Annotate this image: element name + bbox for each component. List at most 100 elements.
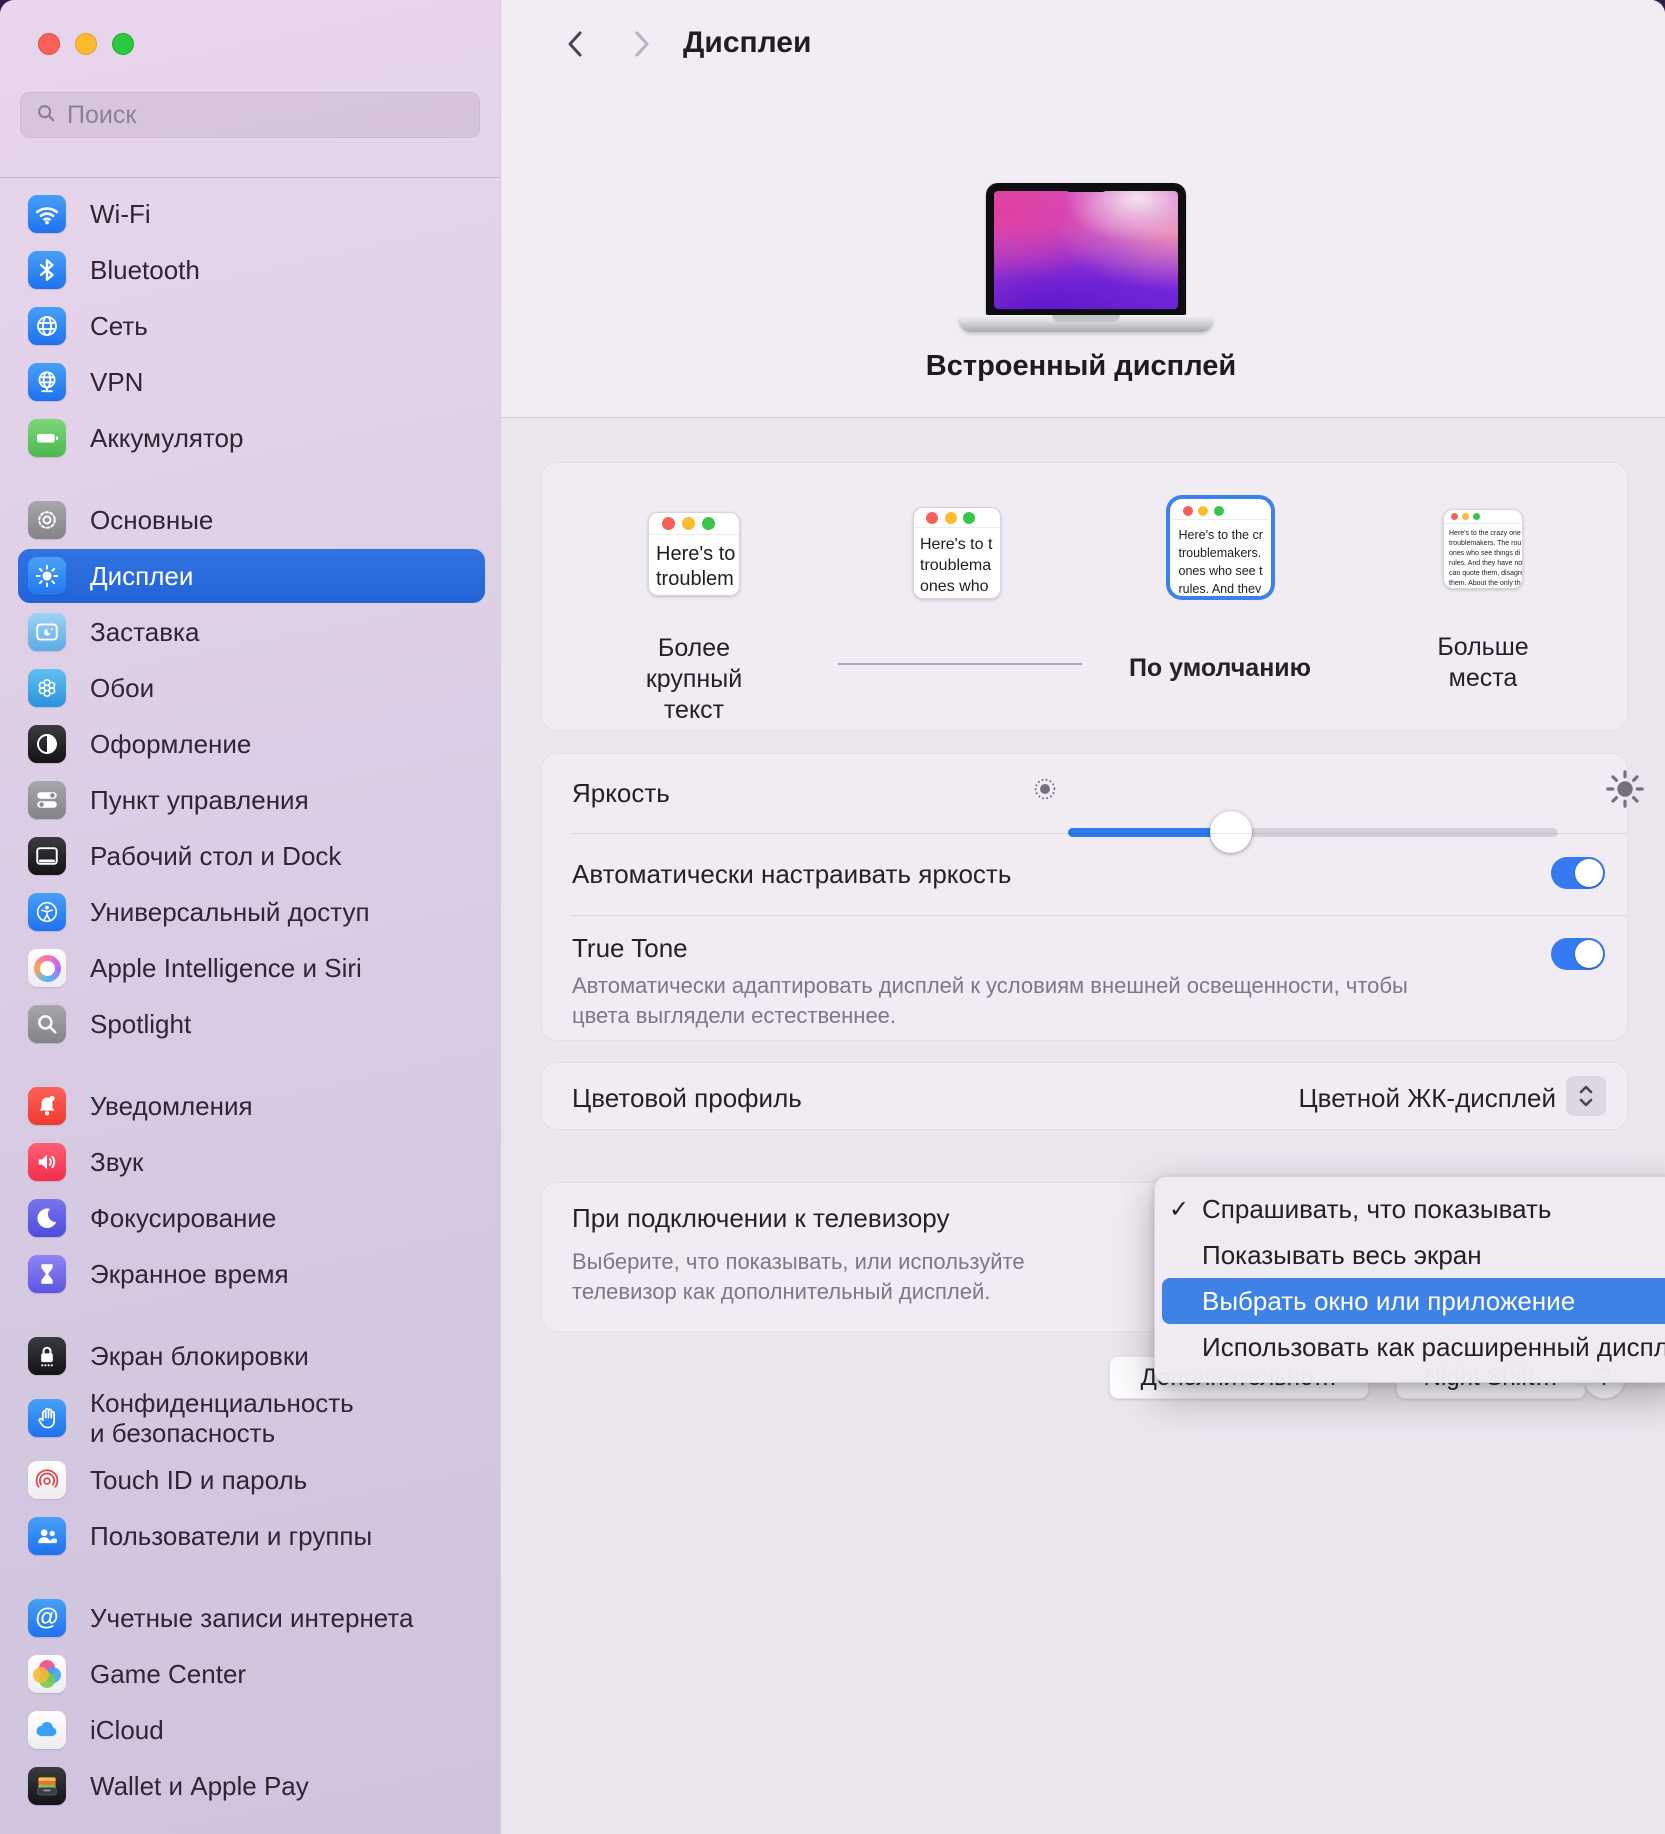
sidebar-item-lock[interactable]: Экран блокировки xyxy=(0,1328,500,1384)
thumb-preview-text: Here's to the crazy onetroublemakers. Th… xyxy=(1444,524,1522,589)
control-center-icon xyxy=(28,781,66,819)
main-panel: Дисплеи Встроенный дисплей Here's totrou… xyxy=(500,0,1665,1834)
thumb-preview-text: Here's to ttroublemaones who xyxy=(914,528,1000,597)
sidebar-item-label: Bluetooth xyxy=(90,255,200,285)
sidebar-item-globe[interactable]: Сеть xyxy=(0,298,500,354)
stepper-chevrons-icon[interactable] xyxy=(1566,1076,1606,1116)
laptop-groove xyxy=(1052,315,1120,322)
menu-item-1[interactable]: ✓Спрашивать, что показывать xyxy=(1155,1186,1665,1232)
sidebar-item-label: Touch ID и пароль xyxy=(90,1465,307,1495)
sidebar-item-desktop-dock[interactable]: Рабочий стол и Dock xyxy=(0,828,500,884)
sidebar-item-label: Wi-Fi xyxy=(90,199,151,229)
menu-item-2[interactable]: Показывать весь экран xyxy=(1155,1232,1665,1278)
sidebar-item-gear[interactable]: Основные xyxy=(0,492,500,548)
apple-intelligence-icon xyxy=(28,949,66,987)
sidebar-item-icloud[interactable]: iCloud xyxy=(0,1702,500,1758)
sidebar-item-users[interactable]: Пользователи и группы xyxy=(0,1508,500,1564)
auto-brightness-toggle[interactable] xyxy=(1551,857,1605,889)
accessibility-icon xyxy=(28,893,66,931)
brightness-dim-sun-icon xyxy=(1030,774,1060,809)
sidebar-item-bluetooth[interactable]: Bluetooth xyxy=(0,242,500,298)
page-title: Дисплеи xyxy=(683,26,811,60)
forward-chevron-icon[interactable] xyxy=(623,26,659,62)
color-profile-card: Цветовой профиль Цветной ЖК-дисплей xyxy=(541,1062,1628,1130)
scaling-option-1[interactable]: Here's totroublem xyxy=(648,512,740,596)
menu-item-label: Выбрать окно или приложение xyxy=(1202,1286,1575,1317)
zoom-window-button[interactable] xyxy=(112,33,134,55)
sidebar-item-label: Учетные записи интернета xyxy=(90,1603,413,1633)
close-window-button[interactable] xyxy=(38,33,60,55)
sidebar-item-wallpaper-flower[interactable]: Обои xyxy=(0,660,500,716)
sidebar-item-label: Обои xyxy=(90,673,154,703)
sidebar-group: Wi-Fi Bluetooth Сеть VPN Аккумулятор xyxy=(0,186,500,466)
back-chevron-icon[interactable] xyxy=(558,26,594,62)
scaling-option-3-selected[interactable]: Here's to the crtroublemakers.ones who s… xyxy=(1172,501,1269,594)
sidebar-item-label: Экран блокировки xyxy=(90,1341,309,1371)
sidebar: Поиск Wi-Fi Bluetooth Сеть VPN Аккумулятор Ос… xyxy=(0,0,500,1834)
sidebar-item-label: Основные xyxy=(90,505,213,535)
sidebar-item-hourglass[interactable]: Экранное время xyxy=(0,1246,500,1302)
sidebar-item-apple-intelligence[interactable]: Apple Intelligence и Siri xyxy=(0,940,500,996)
sidebar-item-label: VPN xyxy=(90,367,143,397)
globe-icon xyxy=(28,307,66,345)
auto-brightness-label: Автоматически настраивать яркость xyxy=(572,859,1011,890)
scaling-option-2[interactable]: Here's to ttroublemaones who xyxy=(913,507,1001,599)
sidebar-item-fingerprint[interactable]: Touch ID и пароль xyxy=(0,1452,500,1508)
sidebar-item-at[interactable]: @ Учетные записи интернета xyxy=(0,1590,500,1646)
sidebar-item-label: Apple Intelligence и Siri xyxy=(90,953,362,983)
sidebar-item-hand[interactable]: Конфиденциальностьи безопасность xyxy=(0,1384,500,1452)
brightness-sun-icon xyxy=(28,557,66,595)
brightness-card: Яркость xyxy=(541,753,1628,1041)
thumb-preview-text: Here's to the crtroublemakers.ones who s… xyxy=(1173,520,1268,594)
sidebar-item-moon[interactable]: Фокусирование xyxy=(0,1190,500,1246)
sidebar-item-game-center[interactable]: Game Center xyxy=(0,1646,500,1702)
sidebar-item-wifi[interactable]: Wi-Fi xyxy=(0,186,500,242)
battery-icon xyxy=(28,419,66,457)
tv-connection-label: При подключении к телевизору xyxy=(572,1203,949,1234)
wifi-icon xyxy=(28,195,66,233)
lock-icon xyxy=(28,1337,66,1375)
thumb-titlebar xyxy=(914,508,1000,528)
desktop-dock-icon xyxy=(28,837,66,875)
search-input[interactable]: Поиск xyxy=(20,92,480,138)
sidebar-item-label: Фокусирование xyxy=(90,1203,276,1233)
menu-item-label: Показывать весь экран xyxy=(1202,1240,1482,1271)
true-tone-label: True Tone xyxy=(572,933,688,964)
laptop-screen xyxy=(986,183,1186,315)
moon-icon xyxy=(28,1199,66,1237)
gear-icon xyxy=(28,501,66,539)
scaling-option-4[interactable]: Here's to the crazy onetroublemakers. Th… xyxy=(1443,509,1523,589)
sidebar-item-screensaver[interactable]: Заставка xyxy=(0,604,500,660)
laptop-wallpaper xyxy=(994,191,1178,309)
wallet-icon xyxy=(28,1767,66,1805)
sidebar-item-battery[interactable]: Аккумулятор xyxy=(0,410,500,466)
minimize-window-button[interactable] xyxy=(75,33,97,55)
scaling-option-label: Болеекрупныйтекст xyxy=(564,633,824,726)
sidebar-item-wallet[interactable]: Wallet и Apple Pay xyxy=(0,1758,500,1814)
hand-icon xyxy=(28,1399,66,1437)
sidebar-item-accessibility[interactable]: Универсальный доступ xyxy=(0,884,500,940)
game-center-icon xyxy=(28,1655,66,1693)
sidebar-item-appearance[interactable]: Оформление xyxy=(0,716,500,772)
sidebar-item-label: Универсальный доступ xyxy=(90,897,370,927)
scaling-option-separator-line xyxy=(838,663,1082,665)
bluetooth-icon xyxy=(28,251,66,289)
at-icon: @ xyxy=(28,1599,66,1637)
thumb-titlebar xyxy=(1444,510,1522,524)
menu-item-4[interactable]: Использовать как расширенный дисплей xyxy=(1155,1324,1665,1370)
sidebar-item-vpn-globe[interactable]: VPN xyxy=(0,354,500,410)
sidebar-item-control-center[interactable]: Пункт управления xyxy=(0,772,500,828)
speaker-icon xyxy=(28,1143,66,1181)
hourglass-icon xyxy=(28,1255,66,1293)
sidebar-group: УведомленияЗвук Фокусирование Экранное вре… xyxy=(0,1078,500,1302)
true-tone-toggle[interactable] xyxy=(1551,938,1605,970)
sidebar-groups: Wi-Fi Bluetooth Сеть VPN Аккумулятор Основные… xyxy=(0,186,500,1834)
screensaver-icon xyxy=(28,613,66,651)
sidebar-item-brightness-sun[interactable]: Дисплеи xyxy=(0,548,500,604)
search-icon xyxy=(35,102,57,129)
sidebar-item-magnifier[interactable]: Spotlight xyxy=(0,996,500,1052)
sidebar-item-speaker[interactable]: Звук xyxy=(0,1134,500,1190)
system-settings-window: Поиск Wi-Fi Bluetooth Сеть VPN Аккумулятор Ос… xyxy=(0,0,1665,1834)
menu-item-3[interactable]: Выбрать окно или приложение xyxy=(1162,1278,1665,1324)
sidebar-item-bell[interactable]: Уведомления xyxy=(0,1078,500,1134)
